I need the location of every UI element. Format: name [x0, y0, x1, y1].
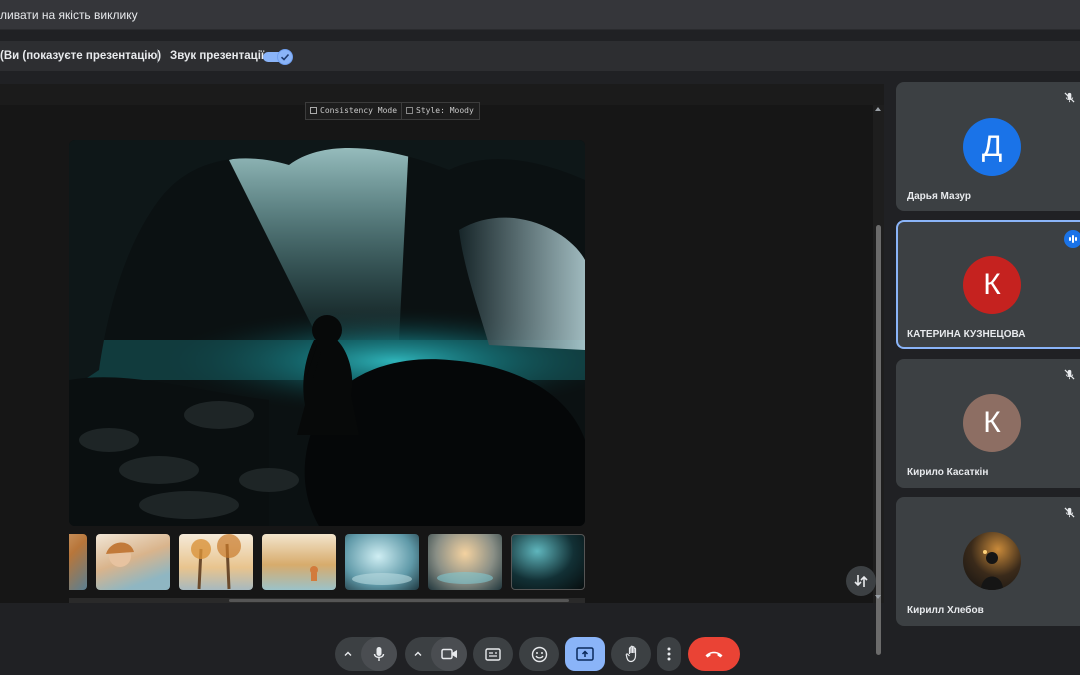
- swap-vert-icon: [854, 575, 868, 587]
- swap-layout-button[interactable]: [846, 566, 876, 596]
- mic-control-group: [335, 637, 397, 671]
- call-quality-banner: ливати на якість виклику: [0, 0, 1080, 30]
- participant-tile[interactable]: К Кирило Касаткін: [896, 359, 1080, 488]
- mic-button[interactable]: [361, 637, 397, 671]
- style-selector[interactable]: Style: Moody: [401, 102, 480, 120]
- avatar-photo: [963, 532, 1021, 590]
- participant-name: КАТЕРИНА КУЗНЕЦОВА: [907, 329, 1026, 340]
- chevron-up-icon: [414, 651, 422, 656]
- captions-button[interactable]: [473, 637, 513, 671]
- audio-options-button[interactable]: [335, 637, 361, 671]
- video-options-button[interactable]: [405, 637, 431, 671]
- scrollbar-thumb[interactable]: [876, 225, 881, 655]
- participant-name: Кирилл Хлебов: [907, 605, 984, 616]
- thumbnail[interactable]: [179, 534, 253, 590]
- reactions-button[interactable]: [519, 637, 559, 671]
- raise-hand-button[interactable]: [611, 637, 651, 671]
- present-screen-icon: [576, 647, 594, 661]
- participant-tile[interactable]: Кирилл Хлебов: [896, 497, 1080, 626]
- thumbnail-strip[interactable]: [69, 534, 585, 592]
- videocam-icon: [440, 648, 457, 660]
- avatar: Д: [963, 118, 1021, 176]
- chip-label: Style: Moody: [416, 106, 474, 115]
- more-vert-icon: [667, 647, 671, 661]
- presentation-bar: (Ви (показуєте презентацію) Звук презент…: [0, 41, 1080, 71]
- mic-off-icon: [1064, 507, 1075, 518]
- divider: [157, 49, 158, 63]
- toggle-knob: [277, 49, 293, 65]
- call-end-icon: [705, 651, 723, 658]
- page-scrollbar[interactable]: [873, 105, 884, 655]
- closed-caption-icon: [485, 647, 501, 661]
- thumbnail-selected[interactable]: [511, 534, 585, 590]
- participant-name: Дарья Мазур: [907, 191, 971, 202]
- scroll-down-icon[interactable]: [875, 595, 881, 599]
- thumbnail[interactable]: [69, 534, 87, 590]
- thumbnail[interactable]: [345, 534, 419, 590]
- emoji-icon: [531, 646, 547, 662]
- chevron-up-icon: [344, 651, 352, 656]
- style-icon: [406, 107, 413, 114]
- thumbnail[interactable]: [428, 534, 502, 590]
- presentation-audio-toggle[interactable]: [263, 49, 293, 65]
- camera-button[interactable]: [431, 637, 467, 671]
- scroll-up-icon[interactable]: [875, 107, 881, 111]
- avatar: К: [963, 394, 1021, 452]
- chip-label: Consistency Mode: [320, 106, 398, 115]
- thumbnail[interactable]: [96, 534, 170, 590]
- checkbox-icon: [310, 107, 317, 114]
- check-icon: [280, 53, 290, 61]
- leave-call-button[interactable]: [688, 637, 740, 671]
- presentation-audio-label: Звук презентації: [170, 50, 265, 62]
- main-artwork-image: [69, 140, 585, 526]
- banner-text: ливати на якість виклику: [0, 8, 138, 22]
- participant-tile[interactable]: Д Дарья Мазур: [896, 82, 1080, 211]
- mic-off-icon: [1064, 92, 1075, 103]
- thumbnail[interactable]: [262, 534, 336, 590]
- avatar: К: [963, 256, 1021, 314]
- thumbnail-scrollbar[interactable]: [69, 598, 585, 603]
- participant-tile-speaking[interactable]: К КАТЕРИНА КУЗНЕЦОВА: [896, 220, 1080, 349]
- more-options-button[interactable]: [657, 637, 681, 671]
- participant-name: Кирило Касаткін: [907, 467, 989, 478]
- consistency-mode-checkbox[interactable]: Consistency Mode: [305, 102, 404, 120]
- hand-icon: [625, 645, 637, 663]
- mic-off-icon: [1064, 369, 1075, 380]
- presenter-label: (Ви (показуєте презентацію): [0, 50, 162, 62]
- camera-control-group: [405, 637, 467, 671]
- present-screen-button[interactable]: [565, 637, 605, 671]
- scrollbar-thumb[interactable]: [229, 599, 569, 602]
- mic-icon: [373, 647, 385, 661]
- speaking-indicator-icon: [1064, 230, 1080, 248]
